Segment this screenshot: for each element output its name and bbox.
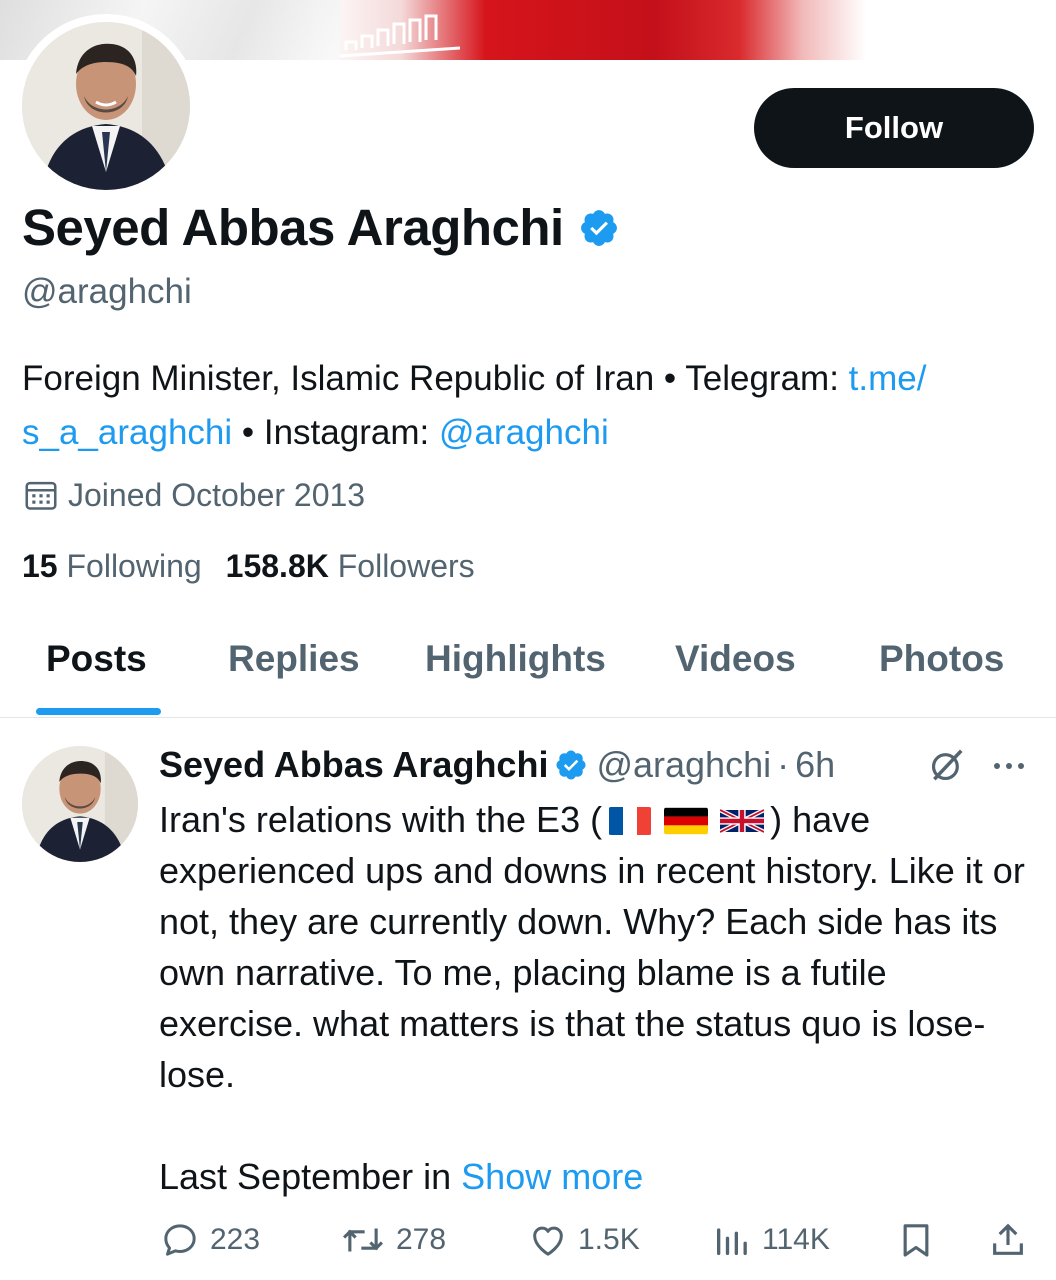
post-timestamp[interactable]: 6h xyxy=(795,744,835,786)
profile-name-row: Seyed Abbas Araghchi xyxy=(22,198,620,257)
bio-text-1: Foreign Minister, Islamic Republic of Ir… xyxy=(22,359,849,398)
more-icon[interactable] xyxy=(990,756,1028,776)
followers-count: 158.8K xyxy=(225,548,329,584)
joined-date: Joined October 2013 xyxy=(22,476,365,514)
reply-icon xyxy=(164,1224,196,1256)
repost-icon xyxy=(343,1228,383,1252)
post-separator: · xyxy=(777,744,790,785)
repost-button[interactable]: 278 xyxy=(340,1212,446,1268)
post-actions: 223 278 1.5K 114K xyxy=(0,1212,1056,1268)
joined-text: Joined October 2013 xyxy=(68,476,366,513)
post-author-avatar[interactable] xyxy=(22,746,138,862)
active-tab-indicator xyxy=(36,708,161,715)
following-label: Following xyxy=(66,548,202,584)
reply-count: 223 xyxy=(210,1223,261,1256)
uk-flag-icon xyxy=(720,808,765,834)
like-button[interactable]: 1.5K xyxy=(528,1212,640,1268)
tab-posts[interactable]: Posts xyxy=(46,638,147,680)
share-button[interactable] xyxy=(988,1212,1038,1268)
share-icon xyxy=(993,1223,1023,1255)
follow-stats: 15 Following 158.8K Followers xyxy=(22,548,475,585)
follow-button[interactable]: Follow xyxy=(754,88,1034,168)
france-flag-icon xyxy=(609,807,652,835)
telegram-link-part2: s_a_araghchi xyxy=(22,413,233,452)
post-body[interactable]: Iran's relations with the E3 () have exp… xyxy=(159,794,1039,1100)
verified-badge-icon[interactable] xyxy=(554,748,588,782)
followers-stat[interactable]: 158.8K Followers xyxy=(226,548,475,584)
post-text-part1: Iran's relations with the E3 ( xyxy=(159,799,603,840)
calendar-icon xyxy=(25,481,57,510)
tab-replies[interactable]: Replies xyxy=(228,638,360,680)
profile-bio: Foreign Minister, Islamic Republic of Ir… xyxy=(22,352,1042,460)
reply-button[interactable]: 223 xyxy=(160,1212,260,1268)
like-icon xyxy=(533,1226,563,1256)
bookmark-icon xyxy=(903,1224,929,1257)
post-body-continued: Last September in Show more xyxy=(159,1151,643,1202)
post-text-part2: ) have experienced ups and downs in rece… xyxy=(159,799,1025,1095)
post-text-last: Last September in xyxy=(159,1156,462,1197)
repost-count: 278 xyxy=(396,1223,447,1256)
bio-text-2: • Instagram: xyxy=(232,413,439,452)
banner-flag-pattern xyxy=(340,14,460,58)
profile-handle: @araghchi xyxy=(22,272,192,311)
post-author-handle[interactable]: @araghchi xyxy=(596,744,771,786)
tab-videos[interactable]: Videos xyxy=(675,638,796,680)
post-header: Seyed Abbas Araghchi @araghchi · 6h xyxy=(159,740,835,790)
views-icon xyxy=(717,1228,747,1255)
tab-photos[interactable]: Photos xyxy=(879,638,1004,680)
germany-flag-icon xyxy=(664,807,709,835)
bookmark-button[interactable] xyxy=(896,1212,946,1268)
like-count: 1.5K xyxy=(578,1223,640,1256)
post-author-name[interactable]: Seyed Abbas Araghchi xyxy=(159,744,548,786)
telegram-link-part1: t.me/ xyxy=(848,359,927,398)
followers-label: Followers xyxy=(337,548,475,584)
grok-icon[interactable] xyxy=(928,746,966,784)
show-more-link[interactable]: Show more xyxy=(461,1156,643,1197)
tab-highlights[interactable]: Highlights xyxy=(425,638,606,680)
avatar-photo xyxy=(22,22,190,190)
profile-name: Seyed Abbas Araghchi xyxy=(22,199,564,256)
post-avatar-photo xyxy=(22,746,138,862)
views-count: 114K xyxy=(762,1223,830,1256)
profile-avatar[interactable] xyxy=(14,14,198,198)
instagram-link[interactable]: @araghchi xyxy=(439,413,609,452)
profile-tabs: Posts Replies Highlights Videos Photos xyxy=(0,616,1056,718)
following-stat[interactable]: 15 Following xyxy=(22,548,202,584)
following-count: 15 xyxy=(22,548,58,584)
views-button[interactable]: 114K xyxy=(712,1212,830,1268)
verified-badge-icon[interactable] xyxy=(578,207,620,249)
